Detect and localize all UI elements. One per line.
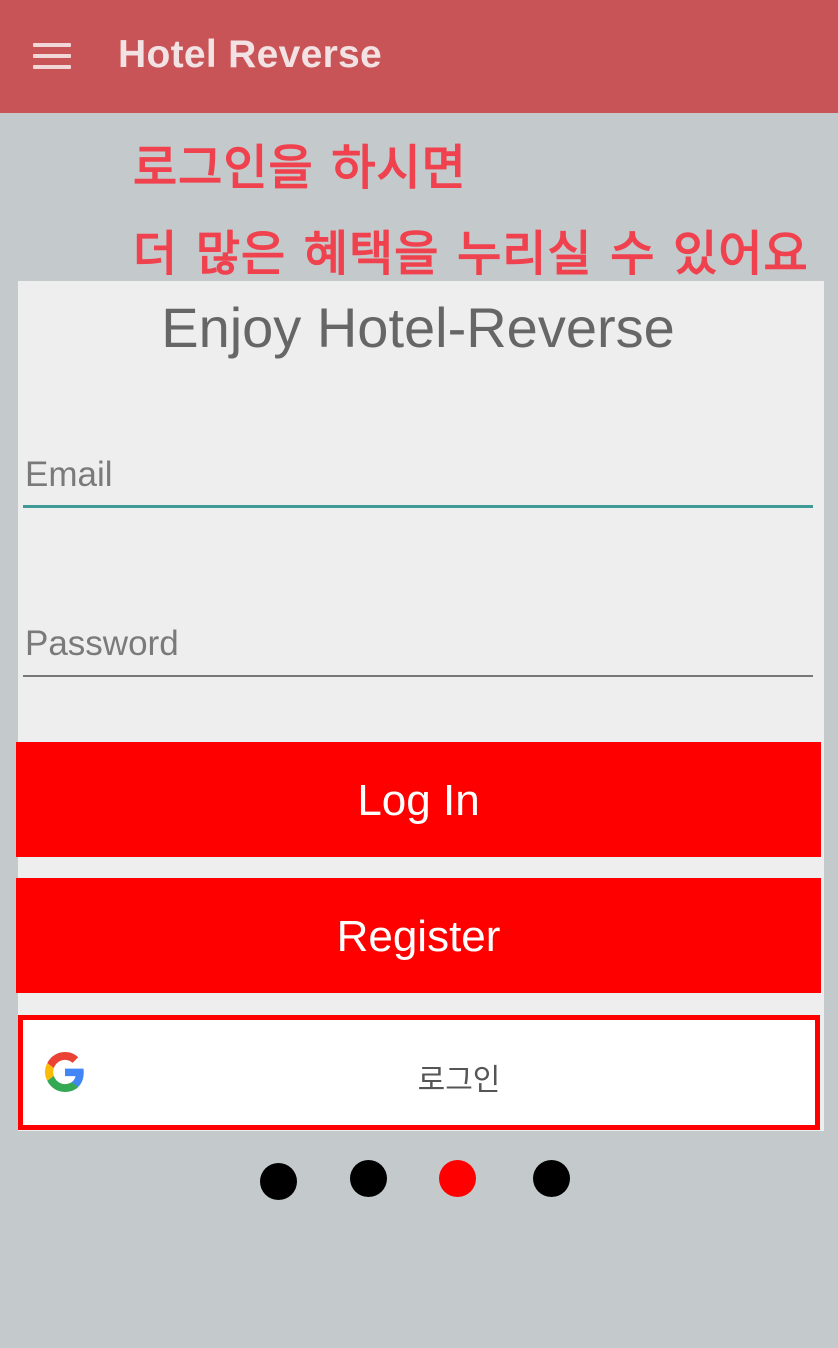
login-button[interactable]: Log In bbox=[16, 742, 821, 857]
email-underline bbox=[23, 505, 813, 508]
google-login-button[interactable]: 로그인 bbox=[18, 1015, 820, 1130]
pager-dot-2[interactable] bbox=[350, 1160, 387, 1197]
email-field-container bbox=[23, 448, 815, 508]
email-field[interactable] bbox=[23, 448, 815, 502]
pager-dot-4[interactable] bbox=[533, 1160, 570, 1197]
password-field-container bbox=[23, 617, 815, 677]
promo-line-1: 로그인을 하시면 bbox=[133, 140, 467, 196]
google-login-label: 로그인 bbox=[417, 1063, 501, 1098]
pager-dot-3-active[interactable] bbox=[439, 1160, 476, 1197]
password-field[interactable] bbox=[23, 617, 815, 671]
pager-dot-1[interactable] bbox=[260, 1163, 297, 1200]
promo-line-2: 더 많은 혜택을 누리실 수 있어요 bbox=[133, 226, 809, 282]
app-bar: Hotel Reverse bbox=[0, 0, 838, 113]
password-underline bbox=[23, 675, 813, 677]
card-title: Enjoy Hotel-Reverse bbox=[161, 296, 675, 359]
register-button[interactable]: Register bbox=[16, 878, 821, 993]
login-card: Enjoy Hotel-Reverse Log In Register 로그인 bbox=[16, 281, 824, 1131]
menu-icon[interactable] bbox=[33, 43, 71, 69]
app-title: Hotel Reverse bbox=[118, 33, 383, 76]
